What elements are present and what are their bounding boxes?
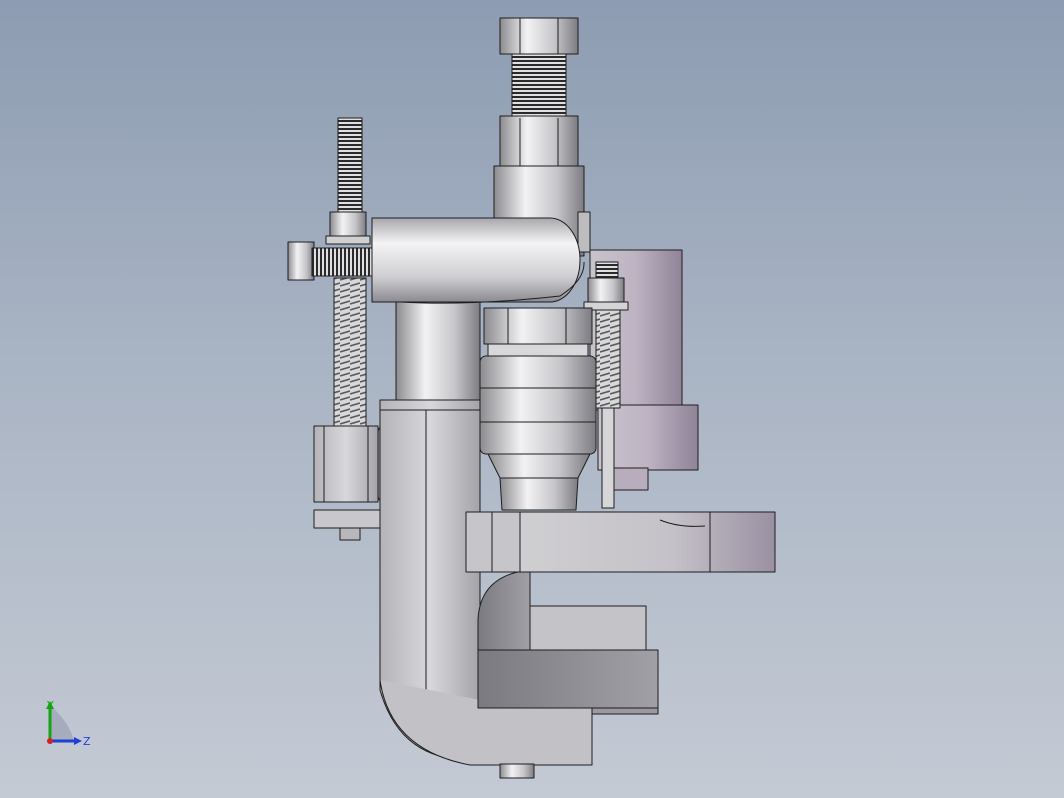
cad-model[interactable] — [0, 0, 1064, 798]
y-axis-label: Y — [47, 699, 54, 712]
graphics-viewport[interactable]: Y Z — [0, 0, 1064, 798]
lower-jaw — [477, 569, 659, 715]
upper-arm — [465, 511, 776, 573]
top-bolt — [499, 17, 579, 167]
bottom-nut — [499, 763, 535, 779]
horizontal-cylinder-arm — [371, 217, 585, 304]
center-nozzle — [479, 307, 597, 511]
left-adjusting-screw — [287, 117, 373, 427]
z-axis-label: Z — [83, 735, 91, 748]
central-column — [395, 299, 481, 411]
x-axis-dot — [47, 738, 53, 744]
